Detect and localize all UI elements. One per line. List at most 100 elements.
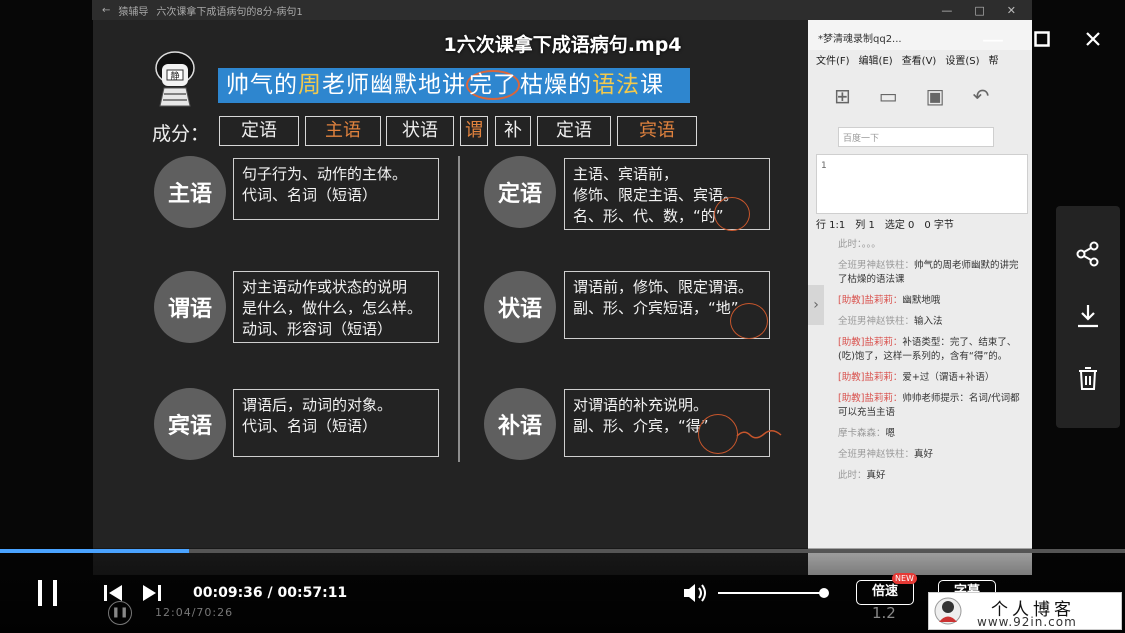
chat-sender: 摩卡森森： — [838, 428, 886, 439]
chat-sender: 此时： — [838, 470, 867, 481]
recorded-speed: 1.2 — [872, 604, 896, 622]
mascot-sign: 静 — [170, 70, 179, 82]
share-icon[interactable] — [1074, 240, 1102, 268]
progress-bar[interactable] — [0, 549, 1125, 553]
chat-sender: [助教]盐莉莉： — [838, 295, 903, 306]
site-watermark: 个人博客 www.92in.com — [928, 592, 1122, 630]
maximize-icon: □ — [974, 3, 985, 17]
chat-message: 此时：真好 — [838, 469, 1024, 483]
chat-text: 输入法 — [914, 316, 943, 327]
chat-sender: [助教]盐莉莉： — [838, 337, 903, 348]
component-box: 补 — [495, 116, 531, 146]
chat-list: 此时：。。。 全班男神赵铁柱：帅气的周老师幽默的讲完了枯燥的语法课 [助教]盐莉… — [838, 238, 1024, 490]
recorded-window-titlebar: ← 猿辅导 六次课拿下成语病句的8分-病句1 — □ ✕ — [92, 0, 1032, 20]
video-player[interactable]: ← 猿辅导 六次课拿下成语病句的8分-病句1 — □ ✕ 静 帅气的周老师幽默地… — [0, 0, 1125, 633]
title-part-highlight: 语法 — [592, 72, 640, 98]
chat-sender: 全班男神赵铁柱： — [838, 260, 915, 271]
back-arrow-icon: ← — [102, 4, 111, 16]
status-item: 选定 0 — [884, 220, 915, 231]
term-circle: 主语 — [154, 156, 226, 228]
term-description: 谓语后，动词的对象。 代词、名词（短语） — [233, 389, 439, 457]
recorded-pause-icon: ❚❚ — [108, 601, 132, 625]
ink-annotation — [698, 414, 738, 454]
chat-text: 爱+过（谓语+补语） — [902, 372, 995, 383]
component-box: 定语 — [219, 116, 299, 146]
component-box: 宾语 — [617, 116, 697, 146]
new-badge: NEW — [892, 573, 917, 584]
term-circle: 定语 — [484, 156, 556, 228]
term-circle: 谓语 — [154, 271, 226, 343]
chat-sender: [助教]盐莉莉： — [838, 372, 903, 383]
folder-icon: ▭ — [878, 84, 898, 108]
chat-message: 全班男神赵铁柱：输入法 — [838, 315, 1024, 329]
download-icon[interactable] — [1074, 302, 1102, 330]
status-item: 行 1:1 — [816, 220, 846, 231]
title-part: 枯燥的 — [520, 72, 592, 98]
previous-button[interactable] — [103, 584, 123, 602]
chat-message: 此时：。。。 — [838, 238, 1024, 252]
side-editor: 1 — [816, 154, 1028, 214]
maximize-button[interactable] — [1034, 31, 1050, 47]
line-number: 1 — [821, 161, 827, 171]
component-box: 定语 — [537, 116, 611, 146]
term-description: 对谓语的补充说明。 副、形、介宾，“得” — [564, 389, 770, 457]
chat-sender: 全班男神赵铁柱： — [838, 449, 915, 460]
chat-text: 幽默地哦 — [902, 295, 941, 306]
title-part-highlight: 周 — [298, 72, 322, 98]
undo-icon: ↶ — [972, 84, 990, 108]
minimize-button[interactable]: — — [982, 28, 1004, 53]
time-display: 00:09:36 / 00:57:11 — [193, 585, 347, 601]
title-part: 帅气的 — [226, 72, 298, 98]
term-circle: 状语 — [484, 271, 556, 343]
recorded-time: 12:04/70:26 — [155, 606, 234, 619]
chat-message: [助教]盐莉莉：帅帅老师提示：名词/代词都可以充当主语 — [838, 392, 1024, 420]
term-circle: 宾语 — [154, 388, 226, 460]
side-search-input: 百度一下 — [838, 127, 994, 147]
recorded-window-controls: — □ ✕ — [941, 4, 1032, 17]
close-icon: ✕ — [1006, 3, 1016, 17]
volume-icon[interactable] — [682, 581, 708, 605]
term-description: 对主语动作或状态的说明 是什么，做什么，怎么样。 动词、形容词（短语） — [233, 271, 439, 343]
recorded-window-title: 六次课拿下成语病句的8分-病句1 — [156, 6, 303, 18]
title-part-circled: 完了 — [466, 70, 520, 100]
mascot-icon: 静 — [155, 51, 195, 107]
slide-divider — [458, 156, 460, 462]
component-box: 主语 — [305, 116, 381, 146]
term-circle: 补语 — [484, 388, 556, 460]
volume-knob[interactable] — [818, 588, 829, 598]
next-button[interactable] — [142, 584, 162, 602]
side-toolbar: ⊞ ▭ ▣ ↶ — [808, 76, 1032, 116]
floating-action-bar — [1056, 206, 1120, 428]
title-part: 老师幽默地讲 — [322, 72, 466, 98]
side-status-bar: 行 1:1 列 1 选定 0 0 字节 — [816, 216, 1028, 231]
chat-text: 嗯 — [885, 428, 896, 439]
status-item: 0 字节 — [924, 220, 954, 231]
chat-message: 摩卡森森：嗯 — [838, 427, 1024, 441]
progress-fill — [0, 549, 189, 553]
new-file-icon: ⊞ — [834, 84, 851, 108]
component-box: 状语 — [386, 116, 454, 146]
term-description: 句子行为、动作的主体。 代词、名词（短语） — [233, 158, 439, 220]
duration: 00:57:11 — [277, 585, 348, 601]
save-icon: ▣ — [925, 84, 945, 108]
chat-sender: [助教]盐莉莉： — [838, 393, 903, 404]
status-item: 列 1 — [855, 220, 875, 231]
chat-message: 全班男神赵铁柱：真好 — [838, 448, 1024, 462]
chat-message: [助教]盐莉莉：幽默地哦 — [838, 294, 1024, 308]
title-part: 课 — [640, 72, 664, 98]
chat-sender: 全班男神赵铁柱： — [838, 316, 915, 327]
current-time: 00:09:36 — [193, 585, 263, 601]
ink-annotation — [730, 303, 768, 339]
ink-squiggle — [736, 430, 782, 439]
watermark-url: www.92in.com — [977, 615, 1077, 629]
component-box: 谓 — [460, 116, 488, 146]
trash-icon[interactable] — [1074, 364, 1102, 392]
recorded-app-name: 猿辅导 — [118, 6, 149, 18]
chat-message: [助教]盐莉莉：爱+过（谓语+补语） — [838, 371, 1024, 385]
pause-button[interactable] — [34, 578, 62, 608]
chat-sender: 此时：。。。 — [838, 239, 881, 250]
chat-message: [助教]盐莉莉：补语类型：完了、结束了、(吃)饱了，这样一系列的，含有“得”的。 — [838, 336, 1024, 364]
time-separator: / — [267, 585, 273, 601]
close-button[interactable] — [1085, 31, 1101, 47]
volume-slider[interactable] — [718, 588, 829, 598]
